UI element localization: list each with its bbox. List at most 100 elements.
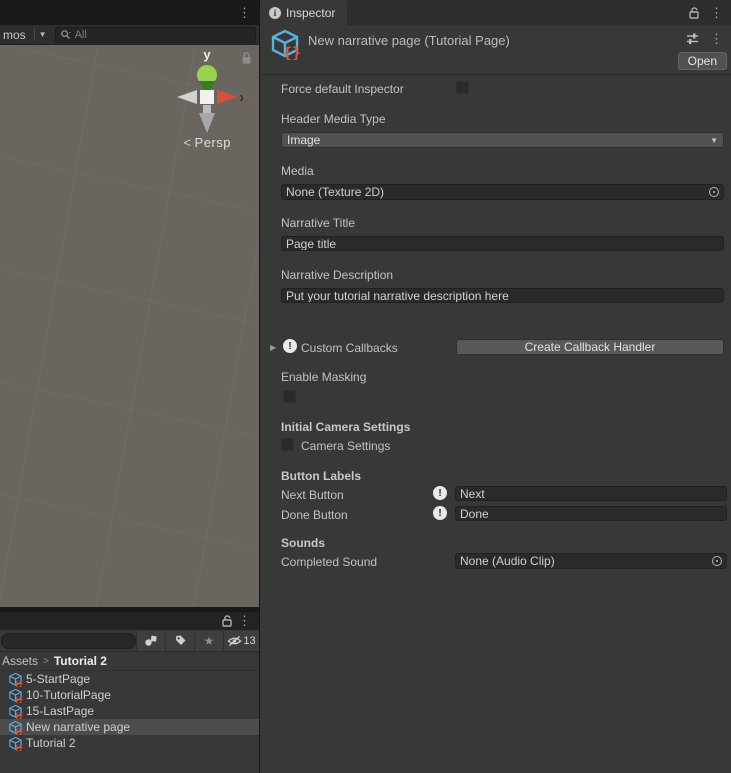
header-media-type-label: Header Media Type [281, 112, 386, 126]
tag-icon [174, 634, 187, 647]
gizmo-y-axis-label: y [203, 47, 211, 62]
breadcrumb-root[interactable]: Assets [2, 654, 38, 668]
asset-list: 5-StartPage 10-TutorialPage 15-LastPage … [0, 671, 259, 751]
inspector-body: Force default Inspector Header Media Typ… [261, 75, 731, 772]
narrative-description-label: Narrative Description [281, 268, 393, 282]
breadcrumb-leaf[interactable]: Tutorial 2 [54, 654, 107, 668]
search-icon [60, 29, 72, 41]
project-title-bar: ⋮ [0, 612, 259, 630]
tab-label: Inspector [286, 6, 335, 20]
foldout-arrow-icon[interactable]: ▶ [270, 343, 276, 352]
scriptable-object-icon [8, 720, 23, 735]
gizmos-dropdown[interactable]: mos [3, 28, 30, 42]
list-item-label: Tutorial 2 [26, 736, 76, 750]
camera-settings-label: Camera Settings [301, 439, 390, 453]
hidden-count: 13 [243, 635, 255, 647]
object-picker-icon[interactable] [709, 187, 719, 197]
warning-icon: ! [433, 486, 447, 500]
inspector-tab-bar: i Inspector ⋮ [261, 0, 731, 25]
header-media-type-dropdown[interactable]: Image ▼ [281, 132, 724, 148]
list-item-selected[interactable]: New narrative page [0, 719, 259, 735]
hidden-packages-button[interactable]: 13 [223, 631, 259, 651]
search-by-type-icon [144, 634, 158, 647]
info-icon: i [269, 7, 281, 19]
scriptable-object-icon [8, 736, 23, 751]
scene-menu-icon[interactable]: ⋮ [238, 6, 251, 19]
project-search-input[interactable] [1, 633, 136, 649]
left-panel: ⋮ mos ▼ All y [0, 0, 260, 773]
perspective-toggle[interactable]: < Persp [183, 135, 231, 150]
chevron-down-icon: ▼ [710, 136, 718, 145]
force-default-inspector-checkbox[interactable] [456, 81, 469, 94]
force-default-inspector-label: Force default Inspector [281, 82, 404, 96]
object-field-value: None (Audio Clip) [460, 554, 712, 568]
scene-toolbar: mos ▼ All [0, 25, 259, 45]
breadcrumb-separator-icon: > [43, 656, 49, 667]
initial-camera-settings-header: Initial Camera Settings [281, 420, 410, 434]
list-item-label: 10-TutorialPage [26, 688, 111, 702]
inspector-menu-icon[interactable]: ⋮ [710, 6, 723, 19]
enable-masking-checkbox[interactable] [283, 390, 296, 403]
warning-icon: ! [283, 339, 297, 353]
scene-view[interactable]: y x < Persp [0, 45, 259, 607]
media-object-field[interactable]: None (Texture 2D) [281, 184, 724, 200]
narrative-title-input[interactable] [281, 236, 724, 251]
next-button-input[interactable] [455, 486, 727, 501]
favorites-button[interactable]: ★ [194, 631, 223, 651]
tab-inspector[interactable]: i Inspector [261, 0, 347, 25]
unlock-icon[interactable] [221, 615, 233, 627]
unity-editor-window: ⋮ mos ▼ All y [0, 0, 731, 773]
persp-arrow-icon: < [183, 135, 191, 150]
scene-tab-bar: ⋮ [0, 0, 259, 25]
component-menu-icon[interactable]: ⋮ [710, 32, 723, 45]
scriptable-object-icon [268, 28, 302, 60]
button-labels-header: Button Labels [281, 469, 361, 483]
list-item-label: New narrative page [26, 720, 130, 734]
presets-icon[interactable] [685, 32, 700, 45]
list-item[interactable]: 5-StartPage [0, 671, 259, 687]
scriptable-object-icon [8, 704, 23, 719]
gizmos-caret-icon[interactable]: ▼ [39, 30, 47, 39]
create-callback-handler-button[interactable]: Create Callback Handler [456, 339, 724, 355]
next-button-label: Next Button [281, 488, 344, 502]
camera-settings-checkbox[interactable] [281, 438, 294, 451]
warning-icon: ! [433, 506, 447, 520]
completed-sound-label: Completed Sound [281, 555, 377, 569]
list-item[interactable]: 10-TutorialPage [0, 687, 259, 703]
gizmo-x-axis-label: x [240, 92, 243, 104]
search-by-label-button[interactable] [165, 631, 194, 651]
done-button-label: Done Button [281, 508, 348, 522]
media-label: Media [281, 164, 314, 178]
asset-title: New narrative page (Tutorial Page) [308, 33, 510, 48]
unlock-icon[interactable] [688, 7, 700, 19]
scriptable-object-icon [8, 672, 23, 687]
project-toolbar: ★ 13 [0, 630, 259, 652]
narrative-title-label: Narrative Title [281, 216, 355, 230]
narrative-description-input[interactable] [281, 288, 724, 303]
list-item-label: 15-LastPage [26, 704, 94, 718]
enable-masking-label: Enable Masking [281, 370, 366, 384]
inspector-window-controls: ⋮ [688, 0, 731, 25]
scene-orientation-gizmo[interactable]: y x [157, 47, 243, 139]
header-controls: ⋮ [685, 32, 723, 45]
persp-label: Persp [195, 135, 231, 150]
star-icon: ★ [204, 634, 215, 648]
object-picker-icon[interactable] [712, 556, 722, 566]
inspector-panel: i Inspector ⋮ New narrative page (Tutori… [261, 0, 731, 773]
completed-sound-object-field[interactable]: None (Audio Clip) [455, 553, 727, 569]
list-item-label: 5-StartPage [26, 672, 90, 686]
dropdown-value: Image [287, 133, 710, 147]
project-menu-icon[interactable]: ⋮ [238, 614, 251, 627]
list-item[interactable]: Tutorial 2 [0, 735, 259, 751]
open-button[interactable]: Open [678, 52, 727, 70]
sounds-header: Sounds [281, 536, 325, 550]
scene-search-input[interactable]: All [55, 27, 256, 43]
toolbar-separator [34, 29, 35, 41]
custom-callbacks-label: Custom Callbacks [301, 341, 398, 355]
done-button-input[interactable] [455, 506, 727, 521]
object-field-value: None (Texture 2D) [286, 185, 709, 199]
search-by-type-button[interactable] [136, 631, 165, 651]
project-filter-buttons: ★ 13 [136, 631, 259, 651]
eye-slash-icon [227, 635, 242, 647]
list-item[interactable]: 15-LastPage [0, 703, 259, 719]
